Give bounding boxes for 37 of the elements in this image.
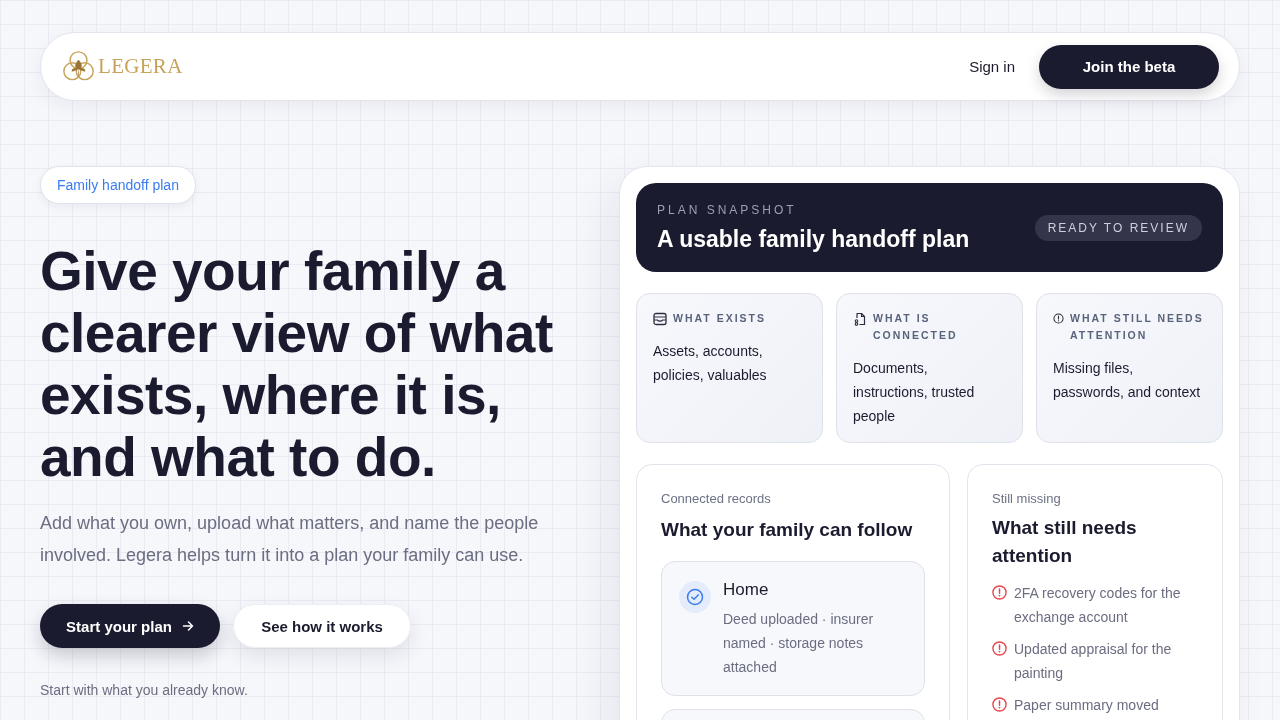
record-card[interactable]: Home Deed uploaded · insurer named · storage notes attached (661, 561, 925, 696)
missing-title: What still needs attention (992, 516, 1138, 568)
sign-in-link[interactable]: Sign in (969, 58, 1015, 75)
records-title: What your family can follow (661, 518, 913, 542)
alert-circle-icon (992, 697, 1007, 712)
record-title: Home (723, 579, 770, 601)
see-how-button[interactable]: See how it works (233, 604, 411, 648)
summary-label: WHAT STILL NEEDS ATTENTION (1070, 311, 1205, 343)
brand-name: LEGERA (98, 54, 183, 79)
summary-text: Documents, instructions, trusted people (853, 359, 976, 426)
alert-circle-icon (992, 585, 1007, 600)
summary-text: Missing files, passwords, and context (1053, 359, 1202, 402)
missing-item-text: 2FA recovery codes for the exchange account (1014, 584, 1182, 627)
record-detail: Deed uploaded · insurer named · storage notes attached (723, 610, 875, 677)
hero-badge: Family handoff plan (40, 166, 196, 204)
missing-item-text: Updated appraisal for the painting (1014, 640, 1173, 683)
summary-label: WHAT EXISTS (673, 311, 766, 326)
summary-text: Assets, accounts, policies, valuables (653, 342, 768, 385)
document-link-icon (853, 312, 867, 326)
check-circle-icon (679, 581, 711, 613)
hero-description: Add what you own, upload what matters, and name the people involved. Legera helps turn it into a plan your family can use. (40, 512, 540, 567)
arrow-right-icon (181, 620, 194, 632)
tray-icon (653, 312, 667, 326)
hero-headline: Give your family a clearer view of what exists, where it is, and what to do. (40, 240, 554, 488)
missing-eyebrow: Still missing (992, 490, 1061, 508)
start-plan-button[interactable]: Start your plan (40, 604, 220, 648)
records-eyebrow: Connected records (661, 490, 771, 508)
join-beta-button[interactable]: Join the beta (1039, 44, 1219, 89)
snapshot-eyebrow: PLAN SNAPSHOT (657, 201, 798, 218)
snapshot-title: A usable family handoff plan (657, 224, 970, 254)
info-circle-icon (1053, 313, 1064, 324)
logo-icon (62, 50, 95, 83)
summary-label: WHAT IS CONNECTED (873, 311, 959, 343)
alert-circle-icon (992, 641, 1007, 656)
missing-item-text: Paper summary moved (1014, 696, 1159, 715)
status-badge: READY TO REVIEW (1034, 214, 1202, 241)
hero-note: Start with what you already know. (40, 681, 248, 700)
